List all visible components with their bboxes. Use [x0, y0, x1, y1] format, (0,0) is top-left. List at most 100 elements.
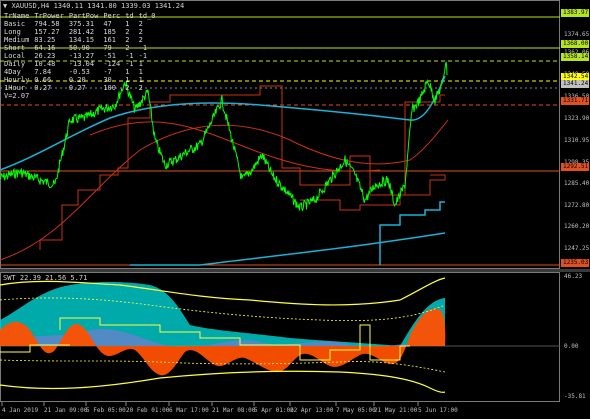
stats-cell: PartPow [68, 12, 99, 20]
price-level-label: 1331.71 [561, 97, 589, 105]
time-tick: 22 Apr 13:00 [290, 407, 334, 414]
stats-cell: 100 [103, 84, 116, 92]
time-tick: 21 Mar 08:00 [212, 407, 256, 414]
stats-cell: 2 [125, 84, 130, 92]
time-tick: 20 Feb 01:00 [126, 407, 170, 414]
price-tick: 1310.95 [564, 137, 590, 144]
stats-cell: 2 [138, 84, 143, 92]
stats-cell: 83.25 [34, 36, 56, 44]
price-level-label: 1235.03 [561, 259, 589, 267]
stats-cell: 30 [103, 76, 112, 84]
chart-title: ▼ XAUUSD,H4 1340.11 1341.80 1339.03 1341… [3, 2, 184, 10]
stats-cell: 2 [138, 20, 143, 28]
oscillator-tick: 0.00 [564, 343, 579, 350]
time-tick: 6 Mar 17:00 [169, 407, 209, 414]
stats-cell: Perc [103, 12, 121, 20]
oscillator-title: SWT 22.39 21.56 5.71 [3, 274, 88, 282]
stats-row: Long 157.27 281.42 185 2 2 [4, 28, 160, 36]
stats-cell: TrName [4, 12, 30, 20]
time-tick: 5 Apr 01:00 [254, 407, 294, 414]
stats-cell: 1 [125, 68, 130, 76]
price-level-label: 1368.00 [561, 40, 589, 48]
stats-cell: -13.27 [68, 52, 95, 60]
price-tick: 1272.80 [564, 202, 590, 209]
time-tick: 21 Jan 09:00 [44, 407, 88, 414]
price-tick: 1374.65 [564, 31, 590, 38]
chart-window[interactable]: ▼ XAUUSD,H4 1340.11 1341.80 1339.03 1341… [0, 0, 590, 419]
price-tick: 1247.25 [564, 245, 590, 252]
stats-row: 1Hour 0.27 0.27 100 2 2 [4, 84, 160, 92]
time-tick: 5 Feb 05:00 [86, 407, 126, 414]
oscillator-tick: -35.81 [564, 393, 586, 400]
chart-title-text: XAUUSD,H4 1340.11 1341.80 1339.03 1341.2… [11, 2, 185, 10]
stats-cell: Local [4, 52, 26, 60]
cyan-step-line [379, 201, 445, 265]
stats-cell: Daily [4, 60, 26, 68]
stats-cell: 0.27 [34, 84, 52, 92]
stats-cell: 64.16 [34, 44, 56, 52]
stats-cell: 794.58 [34, 20, 60, 28]
stats-row: Local 26.23 -13.27 -51 -1 -1 [4, 52, 160, 60]
oscillator-lower-band [0, 370, 446, 393]
stats-cell: Short [4, 44, 26, 52]
price-tick: 1285.40 [564, 180, 590, 187]
trend-stats-table: TrName TrPower PartPow Perc td td_0 Basic 794.5… [4, 12, 160, 100]
stats-row: Basic 794.58 375.31 47 1 2 [4, 20, 160, 28]
stats-cell: 10.48 [34, 60, 56, 68]
stats-cell: 2 [138, 36, 143, 44]
stats-cell: 134.15 [68, 36, 95, 44]
stats-cell: Long [4, 28, 21, 36]
stats-cell: -51 [103, 52, 116, 60]
stats-cell: Basic [4, 20, 26, 28]
stats-cell: 2 [125, 28, 130, 36]
stats-cell: 0.66 [34, 76, 52, 84]
price-level-label: 1358.14 [561, 53, 589, 61]
stats-cell: 281.42 [68, 28, 95, 36]
stats-row: Short 64.16 50.90 79 2 -1 [4, 44, 160, 52]
stats-cell: -124 [103, 60, 121, 68]
time-tick: 5 Jun 17:00 [418, 407, 458, 414]
stats-cell: 375.31 [68, 20, 95, 28]
time-tick: 7 May 05:00 [336, 407, 376, 414]
stats-cell: -13.04 [68, 60, 95, 68]
red-moving-average [0, 119, 449, 261]
stats-cell: TrPower [34, 12, 64, 20]
price-tick: 1323.90 [564, 115, 590, 122]
stats-cell: 1Hour [4, 84, 26, 92]
stats-cell: Medium [4, 36, 30, 44]
stats-cell: 185 [103, 28, 116, 36]
stats-cell: 1 [138, 60, 143, 68]
stats-cell: 161 [103, 36, 116, 44]
stats-cell: 1 [125, 20, 130, 28]
stats-cell: -0.53 [68, 68, 90, 76]
stats-row: Medium 83.25 134.15 161 2 2 [4, 36, 160, 44]
time-tick: 4 Jan 2019 [2, 407, 39, 414]
stats-footer: V=2.07 [4, 92, 30, 100]
stats-cell: 0.27 [68, 84, 86, 92]
stats-cell: -1 [125, 60, 134, 68]
stats-row: Hourly 0.66 0.20 30 1 1 [4, 76, 160, 84]
stats-cell: 7.84 [34, 68, 52, 76]
price-level-label: 1383.97 [561, 9, 589, 17]
stats-cell: 2 [125, 36, 130, 44]
stats-cell: 50.90 [68, 44, 90, 52]
title-dropdown-icon[interactable]: ▼ [3, 2, 7, 10]
stats-cell: td_0 [138, 12, 156, 20]
stats-cell: 2 [125, 44, 130, 52]
stats-row: 4Day 7.84 -0.53 -7 1 1 [4, 68, 160, 76]
stats-cell: 1 [125, 76, 130, 84]
price-level-label: 1292.51 [561, 163, 589, 171]
stats-cell: 79 [103, 44, 112, 52]
stats-cell: td [125, 12, 134, 20]
stats-cell: -1 [125, 52, 134, 60]
stats-cell: 26.23 [34, 52, 56, 60]
stats-cell: -1 [138, 52, 148, 60]
stats-row: Daily 10.48 -13.04 -124 -1 1 [4, 60, 160, 68]
stats-cell: 1 [138, 76, 143, 84]
stats-cell: 157.27 [34, 28, 60, 36]
price-tick: 1260.20 [564, 223, 590, 230]
stats-header-row: TrName TrPower PartPow Perc td td_0 [4, 12, 160, 20]
stats-cell: -1 [138, 44, 148, 52]
time-tick: 21 May 21:00 [374, 407, 418, 414]
price-level-label: 1341.24 [561, 80, 589, 88]
